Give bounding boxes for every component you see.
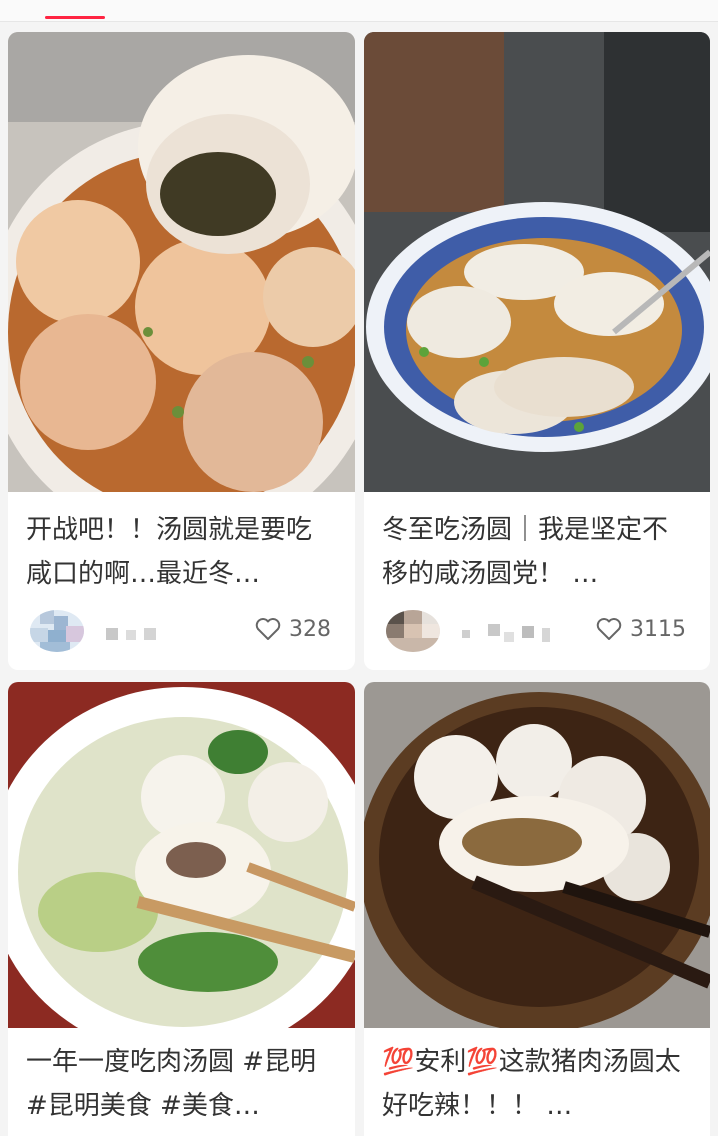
heart-outline-icon (596, 618, 622, 640)
note-meta: 3115 (364, 596, 710, 668)
note-card[interactable]: 冬至吃汤圆｜我是坚定不移的咸汤圆党！ … 3115 (364, 32, 710, 670)
active-tab-indicator (45, 16, 105, 19)
note-card[interactable]: 开战吧！！汤圆就是要吃咸口的啊…最近冬… 328 (8, 32, 355, 670)
like-count: 328 (289, 616, 331, 642)
note-title[interactable]: 开战吧！！汤圆就是要吃咸口的啊…最近冬… (8, 508, 355, 596)
like-button[interactable]: 328 (255, 614, 331, 644)
author-avatar[interactable] (30, 610, 84, 652)
note-title[interactable]: 一年一度吃肉汤圆 #昆明 #昆明美食 #美食… (8, 1040, 355, 1128)
note-cover-image[interactable] (364, 32, 710, 492)
heart-outline-icon (255, 618, 281, 640)
author-name-obscured[interactable] (106, 624, 216, 644)
note-card[interactable]: 💯安利💯这款猪肉汤圆太好吃辣！！！ … (364, 682, 710, 1136)
note-cover-image[interactable] (8, 682, 355, 1028)
note-title[interactable]: 冬至吃汤圆｜我是坚定不移的咸汤圆党！ … (364, 508, 710, 596)
note-cover-image[interactable] (8, 32, 355, 492)
like-button[interactable]: 3115 (596, 614, 686, 644)
like-count: 3115 (630, 616, 686, 642)
note-card[interactable]: 一年一度吃肉汤圆 #昆明 #昆明美食 #美食… (8, 682, 355, 1136)
author-name-obscured[interactable] (462, 624, 572, 644)
note-meta: 328 (8, 596, 355, 668)
author-avatar[interactable] (386, 610, 440, 652)
note-title[interactable]: 💯安利💯这款猪肉汤圆太好吃辣！！！ … (364, 1040, 710, 1128)
top-tab-bar (0, 0, 718, 22)
note-cover-image[interactable] (364, 682, 710, 1028)
